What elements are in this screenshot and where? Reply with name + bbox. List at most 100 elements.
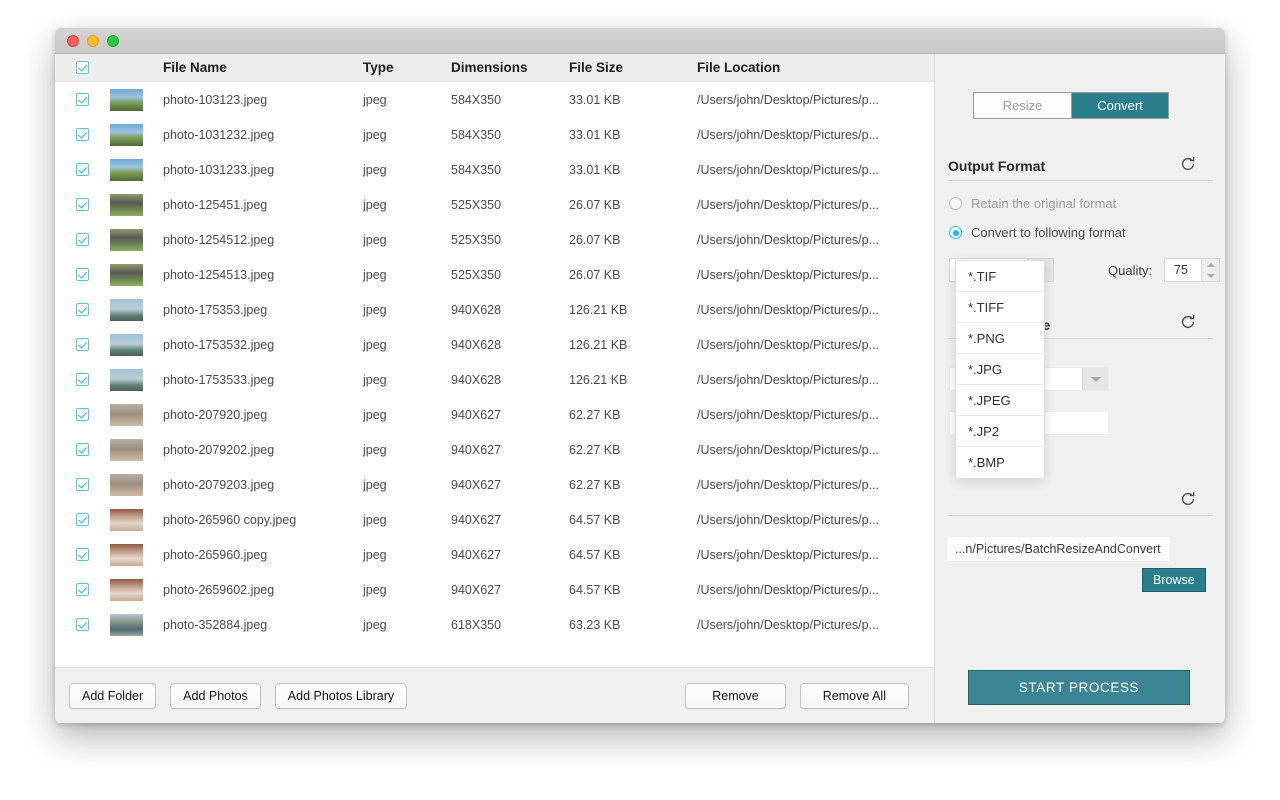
table-row[interactable]: photo-2659602.jpegjpeg940X62764.57 KB/Us… xyxy=(55,572,934,607)
table-row[interactable]: photo-1031232.jpegjpeg584X35033.01 KB/Us… xyxy=(55,117,934,152)
table-row[interactable]: photo-352884.jpegjpeg618X35063.23 KB/Use… xyxy=(55,607,934,642)
start-process-button[interactable]: START PROCESS xyxy=(968,670,1190,705)
photo-thumbnail-icon xyxy=(110,544,143,566)
cell-type: jpeg xyxy=(363,338,451,352)
add-photos-button[interactable]: Add Photos xyxy=(170,683,261,709)
radio-retain-original[interactable]: Retain the original format xyxy=(949,196,1116,211)
row-checkbox[interactable] xyxy=(55,548,110,561)
output-format-divider xyxy=(948,180,1213,181)
cell-file-location: /Users/john/Desktop/Pictures/p... xyxy=(697,478,927,492)
format-option[interactable]: *.BMP xyxy=(956,447,1044,478)
add-photos-library-button[interactable]: Add Photos Library xyxy=(275,683,407,709)
row-checkbox[interactable] xyxy=(55,408,110,421)
cell-file-size: 63.23 KB xyxy=(569,618,697,632)
refresh-output-format-icon[interactable] xyxy=(1179,155,1197,173)
column-header-file-name[interactable]: File Name xyxy=(163,60,363,75)
checkbox-icon xyxy=(76,163,89,176)
output-format-title: Output Format xyxy=(948,158,1213,174)
cell-dimensions: 584X350 xyxy=(451,163,569,177)
table-row[interactable]: photo-265960.jpegjpeg940X62764.57 KB/Use… xyxy=(55,537,934,572)
cell-file-location: /Users/john/Desktop/Pictures/p... xyxy=(697,618,927,632)
cell-dimensions: 940X627 xyxy=(451,408,569,422)
column-header-type[interactable]: Type xyxy=(363,60,451,75)
table-header: File Name Type Dimensions File Size File… xyxy=(55,54,934,82)
table-row[interactable]: photo-1753533.jpegjpeg940X628126.21 KB/U… xyxy=(55,362,934,397)
cell-file-size: 33.01 KB xyxy=(569,128,697,142)
tab-resize[interactable]: Resize xyxy=(974,93,1071,118)
format-option[interactable]: *.TIFF xyxy=(956,292,1044,323)
cell-dimensions: 940X627 xyxy=(451,513,569,527)
table-row[interactable]: photo-1254513.jpegjpeg525X35026.07 KB/Us… xyxy=(55,257,934,292)
cell-file-location: /Users/john/Desktop/Pictures/p... xyxy=(697,303,927,317)
cell-type: jpeg xyxy=(363,618,451,632)
table-row[interactable]: photo-265960 copy.jpegjpeg940X62764.57 K… xyxy=(55,502,934,537)
stepper-arrows[interactable] xyxy=(1201,259,1219,281)
row-checkbox[interactable] xyxy=(55,618,110,631)
checkbox-icon xyxy=(76,268,89,281)
browse-button[interactable]: Browse xyxy=(1142,568,1206,592)
row-checkbox[interactable] xyxy=(55,478,110,491)
format-dropdown-list[interactable]: *.TIF*.TIFF*.PNG*.JPG*.JPEG*.JP2*.BMP xyxy=(955,260,1045,479)
photo-thumbnail-icon xyxy=(110,439,143,461)
tab-convert[interactable]: Convert xyxy=(1071,93,1168,118)
remove-all-button[interactable]: Remove All xyxy=(800,683,909,709)
cell-file-name: photo-265960 copy.jpeg xyxy=(163,513,363,527)
row-checkbox[interactable] xyxy=(55,268,110,281)
cell-file-location: /Users/john/Desktop/Pictures/p... xyxy=(697,268,927,282)
table-row[interactable]: photo-1254512.jpegjpeg525X35026.07 KB/Us… xyxy=(55,222,934,257)
checkbox-icon xyxy=(76,93,89,106)
table-row[interactable]: photo-1753532.jpegjpeg940X628126.21 KB/U… xyxy=(55,327,934,362)
checkbox-icon xyxy=(76,233,89,246)
row-checkbox[interactable] xyxy=(55,93,110,106)
stepper-down-icon[interactable] xyxy=(1207,274,1215,278)
table-row[interactable]: photo-175353.jpegjpeg940X628126.21 KB/Us… xyxy=(55,292,934,327)
photo-thumbnail-icon xyxy=(110,334,143,356)
row-checkbox[interactable] xyxy=(55,198,110,211)
row-checkbox[interactable] xyxy=(55,233,110,246)
cell-type: jpeg xyxy=(363,513,451,527)
format-option[interactable]: *.PNG xyxy=(956,323,1044,354)
format-option[interactable]: *.TIF xyxy=(956,261,1044,292)
row-thumbnail xyxy=(110,579,163,601)
table-row[interactable]: photo-2079202.jpegjpeg940X62762.27 KB/Us… xyxy=(55,432,934,467)
row-thumbnail xyxy=(110,124,163,146)
row-checkbox[interactable] xyxy=(55,303,110,316)
format-option[interactable]: *.JP2 xyxy=(956,416,1044,447)
close-icon[interactable] xyxy=(67,35,79,47)
row-checkbox[interactable] xyxy=(55,513,110,526)
row-checkbox[interactable] xyxy=(55,128,110,141)
refresh-file-name-icon[interactable] xyxy=(1179,313,1197,331)
row-checkbox[interactable] xyxy=(55,338,110,351)
table-row[interactable]: photo-1031233.jpegjpeg584X35033.01 KB/Us… xyxy=(55,152,934,187)
row-checkbox[interactable] xyxy=(55,583,110,596)
quality-stepper[interactable]: 75 xyxy=(1164,258,1220,282)
zoom-icon[interactable] xyxy=(107,35,119,47)
minimize-icon[interactable] xyxy=(87,35,99,47)
table-row[interactable]: photo-2079203.jpegjpeg940X62762.27 KB/Us… xyxy=(55,467,934,502)
column-header-file-size[interactable]: File Size xyxy=(569,60,697,75)
table-row[interactable]: photo-125451.jpegjpeg525X35026.07 KB/Use… xyxy=(55,187,934,222)
column-header-dimensions[interactable]: Dimensions xyxy=(451,60,569,75)
destination-path-input[interactable]: ...n/Pictures/BatchResizeAndConvert xyxy=(947,537,1169,561)
column-header-file-location[interactable]: File Location xyxy=(697,60,927,75)
row-thumbnail xyxy=(110,509,163,531)
format-option[interactable]: *.JPEG xyxy=(956,385,1044,416)
chevron-down-icon[interactable] xyxy=(1082,368,1108,390)
select-all-checkbox[interactable] xyxy=(55,61,110,74)
table-row[interactable]: photo-103123.jpegjpeg584X35033.01 KB/Use… xyxy=(55,82,934,117)
format-option[interactable]: *.JPG xyxy=(956,354,1044,385)
row-checkbox[interactable] xyxy=(55,163,110,176)
row-checkbox[interactable] xyxy=(55,443,110,456)
table-row[interactable]: photo-207920.jpegjpeg940X62762.27 KB/Use… xyxy=(55,397,934,432)
checkbox-icon xyxy=(76,513,89,526)
cell-file-name: photo-2659602.jpeg xyxy=(163,583,363,597)
cell-dimensions: 940X627 xyxy=(451,478,569,492)
radio-convert-following[interactable]: Convert to following format xyxy=(949,225,1126,240)
refresh-destination-icon[interactable] xyxy=(1179,490,1197,508)
add-folder-button[interactable]: Add Folder xyxy=(69,683,156,709)
stepper-up-icon[interactable] xyxy=(1207,263,1215,267)
photo-thumbnail-icon xyxy=(110,89,143,111)
remove-button[interactable]: Remove xyxy=(685,683,786,709)
row-checkbox[interactable] xyxy=(55,373,110,386)
radio-convert-label: Convert to following format xyxy=(971,225,1126,240)
